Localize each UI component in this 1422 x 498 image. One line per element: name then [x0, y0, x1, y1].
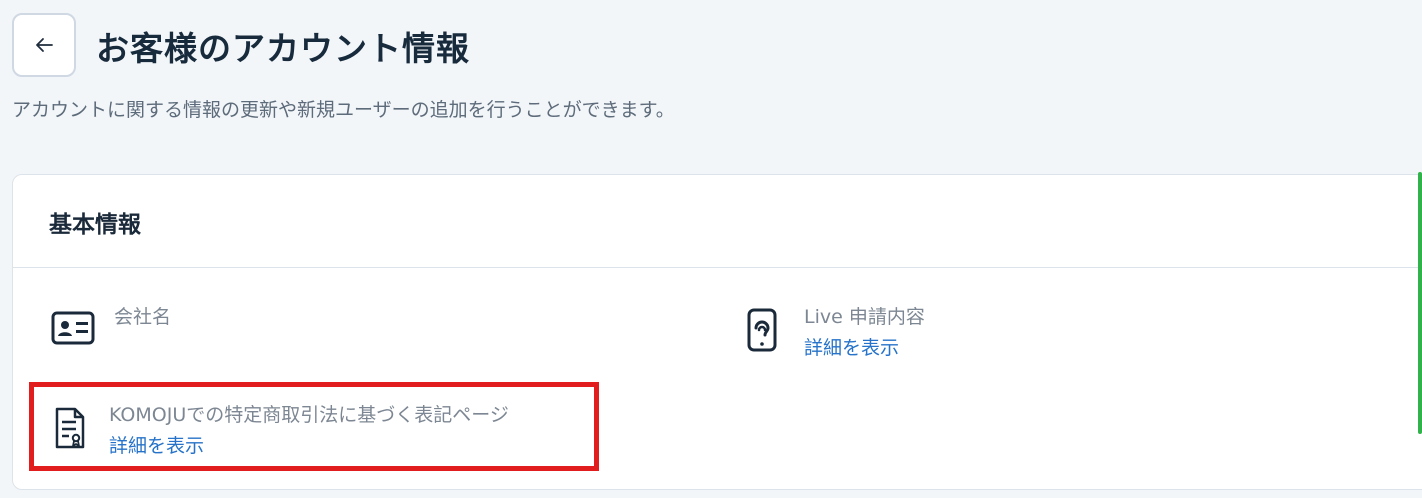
company-name-label: 会社名	[114, 306, 172, 328]
id-card-icon	[51, 311, 95, 345]
device-support-icon	[747, 308, 777, 352]
section-title: 基本情報	[49, 212, 141, 238]
scroll-indicator	[1418, 172, 1422, 434]
page-title: お客様のアカウント情報	[96, 29, 470, 68]
arrow-left-icon	[36, 38, 53, 52]
live-application-label: Live 申請内容	[804, 306, 925, 328]
highlight-box	[29, 382, 599, 471]
back-button[interactable]	[12, 13, 76, 77]
page-subtitle: アカウントに関する情報の更新や新規ユーザーの追加を行うことができます。	[12, 99, 675, 121]
divider	[13, 267, 1422, 268]
live-application-details-link[interactable]: 詳細を表示	[804, 333, 899, 360]
